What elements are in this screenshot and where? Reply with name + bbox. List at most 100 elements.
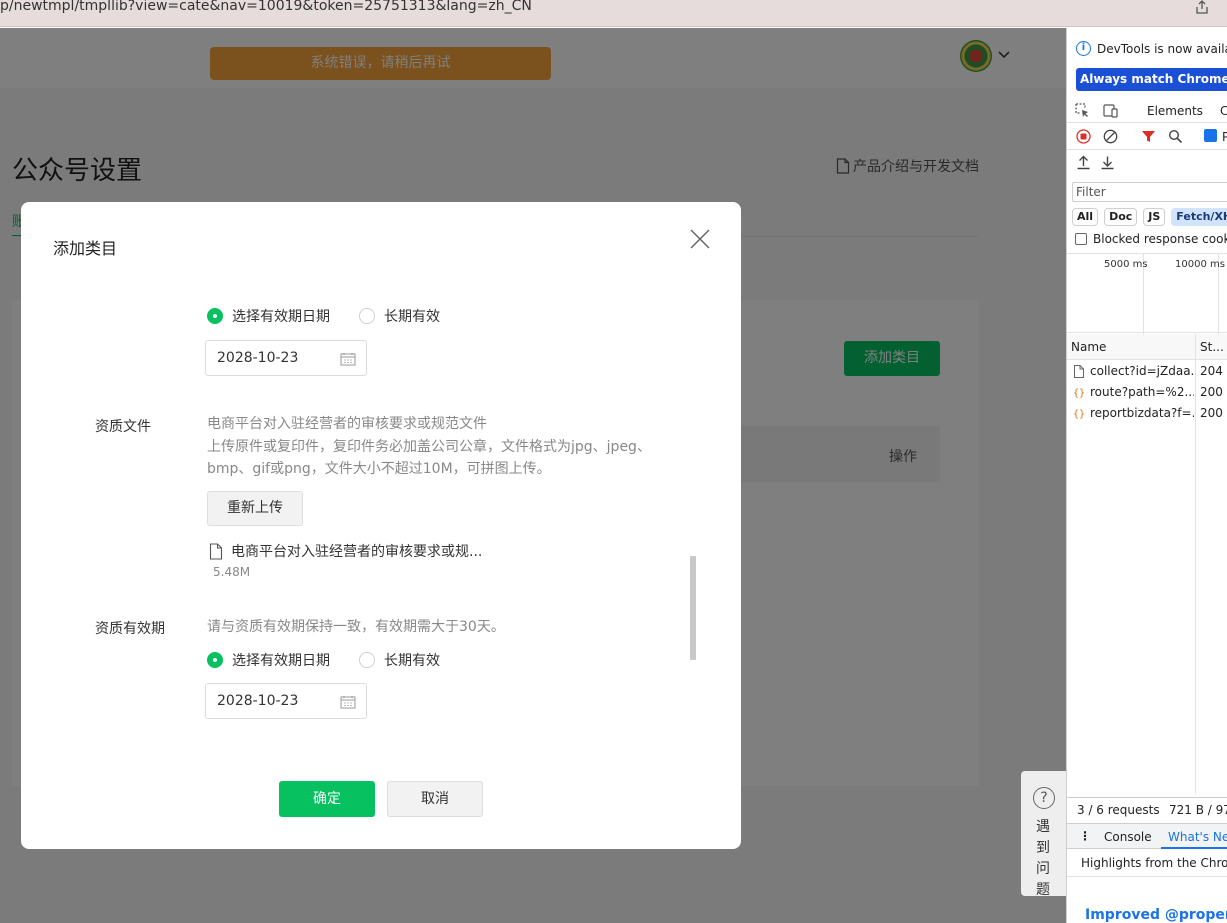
whats-new-item-link[interactable]: Improved @proper	[1085, 907, 1227, 923]
qualification-validity-label: 资质有效期	[95, 621, 165, 637]
file-icon	[209, 542, 223, 560]
resource-type-filters: All Doc JS Fetch/XHR	[1072, 208, 1227, 226]
date-value: 2028-10-23	[217, 693, 299, 709]
more-options-icon[interactable]: ⋮	[1079, 829, 1091, 843]
request-name: reportbizdata?f=...	[1090, 406, 1194, 420]
qualification-validity-desc: 请与资质有效期保持一致，有效期需大于30天。	[207, 619, 505, 635]
preserve-log-label: P	[1222, 130, 1227, 144]
radio-label: 长期有效	[384, 309, 440, 325]
drawer-tab-whats-new[interactable]: What's New	[1168, 830, 1227, 844]
requests-table-header: Name St...	[1067, 334, 1227, 360]
search-icon[interactable]	[1168, 129, 1183, 144]
help-widget[interactable]: ? 遇到问题	[1021, 771, 1066, 898]
banner-text: DevTools is now available	[1097, 41, 1227, 56]
request-name: route?path=%2...	[1090, 385, 1194, 399]
share-icon[interactable]	[1195, 0, 1209, 14]
chip-js[interactable]: JS	[1143, 208, 1166, 226]
modal-scrollbar[interactable]	[690, 556, 696, 660]
radio-label: 选择有效期日期	[232, 653, 330, 669]
record-stop-icon[interactable]	[1076, 129, 1091, 144]
devtools-info: i DevTools is now available	[1076, 41, 1227, 56]
preserve-log-checkbox[interactable]	[1204, 129, 1217, 142]
divider	[1067, 876, 1227, 877]
help-widget-label: 遇到问题	[1036, 819, 1050, 898]
device-toolbar-icon[interactable]	[1103, 103, 1118, 118]
radio-checked-icon	[207, 652, 223, 668]
address-bar[interactable]: p/newtmpl/tmpllib?view=cate&nav=10019&to…	[0, 0, 1227, 27]
tab-elements[interactable]: Elements	[1147, 104, 1203, 118]
qualification-file-desc-1: 电商平台对入驻经营者的审核要求或规范文件	[207, 416, 487, 432]
calendar-icon	[340, 696, 356, 709]
confirm-button[interactable]: 确定	[279, 781, 375, 817]
radio-unchecked-icon	[359, 308, 375, 324]
qualification-file-label: 资质文件	[95, 419, 151, 435]
info-icon: i	[1076, 41, 1091, 56]
devtools-panel: i DevTools is now available Always match…	[1066, 28, 1227, 923]
chip-all[interactable]: All	[1072, 208, 1099, 226]
transfer-size: 721 B / 973	[1169, 803, 1227, 817]
chip-fetch-xhr[interactable]: Fetch/XHR	[1171, 208, 1227, 226]
date-value: 2028-10-23	[217, 350, 299, 366]
network-timeline[interactable]: 5000 ms 10000 ms	[1067, 253, 1227, 334]
timeline-tick: 5000 ms	[1104, 259, 1148, 270]
add-category-modal: 添加类目 选择有效期日期 长期有效 2028-10-23 资质文件 电商平台对入…	[21, 202, 741, 849]
request-status: 204	[1200, 364, 1223, 378]
file-name: 电商平台对入驻经营者的审核要求或规...	[231, 544, 483, 560]
close-icon[interactable]	[688, 227, 712, 251]
download-icon[interactable]	[1100, 155, 1115, 170]
devtools-drawer-tabs: ⋮ Console What's New	[1067, 823, 1227, 849]
clear-icon[interactable]	[1103, 129, 1118, 144]
column-name[interactable]: Name	[1071, 340, 1106, 354]
filter-icon[interactable]	[1141, 129, 1156, 144]
date-input-bottom[interactable]: 2028-10-23	[205, 683, 367, 719]
svg-text:{}: {}	[1073, 388, 1085, 399]
reupload-button[interactable]: 重新上传	[207, 491, 303, 526]
url-text[interactable]: p/newtmpl/tmpllib?view=cate&nav=10019&to…	[0, 0, 532, 14]
checkbox[interactable]	[1075, 233, 1087, 245]
table-row[interactable]: {} reportbizdata?f=... 200	[1067, 403, 1227, 424]
calendar-icon	[340, 353, 356, 366]
devtools-tabs: Elements C	[1067, 98, 1227, 123]
request-status: 200	[1200, 385, 1223, 399]
file-size: 5.48M	[213, 565, 251, 579]
radio-label: 选择有效期日期	[232, 309, 330, 325]
whats-new-heading: Highlights from the Chrome	[1081, 856, 1227, 870]
radio-select-date-bottom[interactable]: 选择有效期日期	[207, 650, 330, 670]
radio-label: 长期有效	[384, 653, 440, 669]
request-count: 3 / 6 requests	[1077, 803, 1160, 817]
xhr-icon: {}	[1073, 388, 1085, 399]
request-status: 200	[1200, 406, 1223, 420]
svg-text:{}: {}	[1073, 409, 1085, 420]
cancel-button[interactable]: 取消	[387, 781, 483, 817]
radio-long-term-bottom[interactable]: 长期有效	[359, 650, 440, 670]
radio-select-date-top[interactable]: 选择有效期日期	[207, 306, 330, 326]
modal-title: 添加类目	[53, 239, 118, 258]
radio-unchecked-icon	[359, 652, 375, 668]
xhr-icon: {}	[1073, 409, 1085, 420]
blocked-cookies-filter[interactable]: Blocked response cookie	[1075, 232, 1227, 246]
chip-doc[interactable]: Doc	[1104, 208, 1138, 226]
tab-console-partial[interactable]: C	[1220, 104, 1227, 118]
qualification-file-desc-3: bmp、gif或png，文件大小不超过10M，可拼图上传。	[207, 461, 551, 477]
network-summary: 3 / 6 requests 721 B / 973	[1067, 797, 1227, 821]
column-status[interactable]: St...	[1200, 340, 1224, 354]
blocked-cookies-label: Blocked response cookie	[1093, 232, 1227, 246]
radio-checked-icon	[207, 308, 223, 324]
upload-icon[interactable]	[1076, 155, 1091, 170]
active-tab-indicator	[1161, 847, 1227, 849]
radio-long-term-top[interactable]: 长期有效	[359, 306, 440, 326]
network-toolbar-2	[1067, 150, 1227, 176]
table-row[interactable]: collect?id=jZdaa... 204	[1067, 361, 1227, 382]
qualification-file-desc-2: 上传原件或复印件，复印件务必加盖公司公章，文件格式为jpg、jpeg、	[207, 439, 651, 455]
drawer-tab-console[interactable]: Console	[1104, 830, 1152, 844]
devtools-banner: i DevTools is now available Always match…	[1067, 28, 1227, 96]
date-input-top[interactable]: 2028-10-23	[205, 340, 367, 376]
match-language-button[interactable]: Always match Chrome's la	[1076, 68, 1227, 91]
question-icon: ?	[1033, 787, 1055, 809]
filter-input[interactable]: Filter	[1072, 182, 1227, 202]
inspect-icon[interactable]	[1075, 103, 1090, 118]
table-row[interactable]: {} route?path=%2... 200	[1067, 382, 1227, 403]
timeline-tick: 10000 ms	[1175, 259, 1225, 270]
uploaded-file[interactable]: 电商平台对入驻经营者的审核要求或规...	[209, 541, 482, 561]
document-icon	[1074, 365, 1084, 378]
